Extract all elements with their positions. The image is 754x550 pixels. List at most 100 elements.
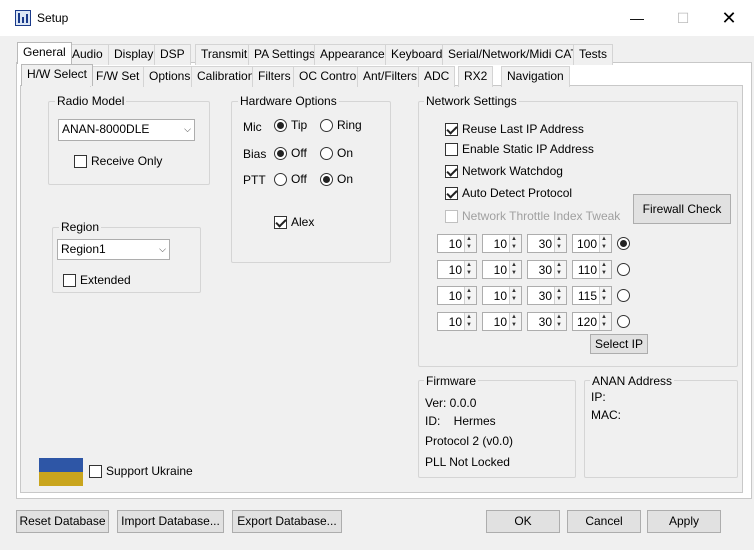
spin-arrows-icon[interactable]: ▲ ▼ (554, 261, 566, 278)
select-ip-button[interactable]: Select IP (590, 334, 648, 354)
tab-calibration[interactable]: Calibration (191, 66, 261, 87)
tab-options[interactable]: Options (143, 66, 197, 87)
tab-audio[interactable]: Audio (66, 44, 109, 65)
bias-on-radio[interactable] (320, 147, 333, 160)
ip-octet-spinner[interactable]: 30 ▲ ▼ (527, 312, 567, 331)
ip-octet-spinner[interactable]: 30 ▲ ▼ (527, 286, 567, 305)
tab-display[interactable]: Display (108, 44, 160, 65)
tab-navigation[interactable]: Navigation (501, 66, 570, 87)
tab-oc-control[interactable]: OC Control (293, 66, 366, 87)
firmware-title: Firmware (424, 374, 478, 388)
ip-octet-spinner[interactable]: 115 ▲ ▼ (572, 286, 612, 305)
spin-arrows-icon[interactable]: ▲ ▼ (509, 287, 521, 304)
tab-keyboard[interactable]: Keyboard (385, 44, 449, 65)
radio-model-group (48, 101, 210, 185)
firmware-version: Ver: 0.0.0 (425, 396, 477, 410)
mic-tip-label: Tip (291, 118, 308, 132)
reset-database-button[interactable]: Reset Database (16, 510, 109, 533)
spin-arrows-icon[interactable]: ▲ ▼ (509, 261, 521, 278)
region-title: Region (59, 220, 102, 234)
chevron-down-icon: ⌵ (184, 124, 191, 134)
radio-model-select[interactable]: ANAN-8000DLE ⌵ (58, 119, 195, 141)
minimize-icon[interactable]: — (614, 0, 660, 36)
tab-transmit[interactable]: Transmit (195, 44, 254, 65)
throttle-checkbox[interactable] (445, 210, 458, 223)
ip-octet-spinner[interactable]: 10 ▲ ▼ (482, 234, 522, 253)
ip-octet-spinner[interactable]: 10 ▲ ▼ (437, 260, 477, 279)
ip-octet-spinner[interactable]: 10 ▲ ▼ (482, 286, 522, 305)
bias-off-radio[interactable] (274, 147, 287, 160)
ip-row-radio[interactable] (617, 237, 630, 250)
ip-octet-spinner[interactable]: 110 ▲ ▼ (572, 260, 612, 279)
spin-arrows-icon[interactable]: ▲ ▼ (599, 261, 611, 278)
ip-octet-spinner[interactable]: 10 ▲ ▼ (437, 286, 477, 305)
firewall-check-button[interactable]: Firewall Check (633, 194, 731, 224)
maximize-icon[interactable]: ☐ (660, 0, 706, 36)
support-ukraine-checkbox[interactable] (89, 465, 102, 478)
spin-arrows-icon[interactable]: ▲ ▼ (464, 313, 476, 330)
tab-fw-set[interactable]: F/W Set (90, 66, 146, 87)
ip-octet-spinner[interactable]: 100 ▲ ▼ (572, 234, 612, 253)
extended-checkbox[interactable] (63, 274, 76, 287)
cancel-button[interactable]: Cancel (567, 510, 641, 533)
region-select[interactable]: Region1 ⌵ (57, 239, 170, 260)
ok-button[interactable]: OK (486, 510, 560, 533)
network-settings-title: Network Settings (424, 94, 519, 108)
ip-octet-spinner[interactable]: 120 ▲ ▼ (572, 312, 612, 331)
spin-arrows-icon[interactable]: ▲ ▼ (554, 313, 566, 330)
tab-appearance[interactable]: Appearance (314, 44, 391, 65)
bias-label: Bias (243, 147, 267, 161)
ip-octet-spinner[interactable]: 30 ▲ ▼ (527, 234, 567, 253)
ip-row-radio[interactable] (617, 315, 630, 328)
spin-arrows-icon[interactable]: ▲ ▼ (509, 235, 521, 252)
support-ukraine-label: Support Ukraine (106, 464, 193, 478)
tab-filters[interactable]: Filters (252, 66, 297, 87)
import-database-button[interactable]: Import Database... (117, 510, 224, 533)
spin-arrows-icon[interactable]: ▲ ▼ (599, 287, 611, 304)
close-icon[interactable]: ✕ (706, 0, 752, 36)
tab-serial-network-midi-cat[interactable]: Serial/Network/Midi CAT (442, 44, 584, 65)
tab-dsp[interactable]: DSP (154, 44, 191, 65)
export-database-button[interactable]: Export Database... (232, 510, 342, 533)
flag-blue-stripe (39, 458, 83, 472)
spin-arrows-icon[interactable]: ▲ ▼ (464, 235, 476, 252)
ptt-off-radio[interactable] (274, 173, 287, 186)
ip-octet-spinner[interactable]: 10 ▲ ▼ (437, 312, 477, 331)
receive-only-label: Receive Only (91, 154, 163, 168)
tab-pa-settings[interactable]: PA Settings (248, 44, 322, 65)
spin-arrows-icon[interactable]: ▲ ▼ (554, 235, 566, 252)
watchdog-checkbox[interactable] (445, 165, 458, 178)
auto-detect-checkbox[interactable] (445, 187, 458, 200)
ptt-on-radio[interactable] (320, 173, 333, 186)
radio-model-value: ANAN-8000DLE (62, 122, 150, 136)
static-ip-checkbox[interactable] (445, 143, 458, 156)
ip-octet-spinner[interactable]: 30 ▲ ▼ (527, 260, 567, 279)
mic-ring-radio[interactable] (320, 119, 333, 132)
ip-octet-spinner[interactable]: 10 ▲ ▼ (437, 234, 477, 253)
ip-row-radio[interactable] (617, 289, 630, 302)
spin-arrows-icon[interactable]: ▲ ▼ (464, 287, 476, 304)
tab-rx2[interactable]: RX2 (458, 66, 494, 87)
tab-hw-select[interactable]: H/W Select (21, 64, 94, 86)
tab-general[interactable]: General (17, 42, 72, 64)
spin-arrows-icon[interactable]: ▲ ▼ (599, 313, 611, 330)
ip-octet-spinner[interactable]: 10 ▲ ▼ (482, 312, 522, 331)
tab-adc[interactable]: ADC (418, 66, 456, 87)
ip-row-radio[interactable] (617, 263, 630, 276)
tab-tests[interactable]: Tests (573, 44, 614, 65)
auto-detect-label: Auto Detect Protocol (462, 186, 573, 200)
receive-only-checkbox[interactable] (74, 155, 87, 168)
mic-tip-radio[interactable] (274, 119, 287, 132)
bias-off-label: Off (291, 146, 307, 160)
spin-arrows-icon[interactable]: ▲ ▼ (599, 235, 611, 252)
tab-ant-filters[interactable]: Ant/Filters (357, 66, 424, 87)
ip-octet-spinner[interactable]: 10 ▲ ▼ (482, 260, 522, 279)
spin-arrows-icon[interactable]: ▲ ▼ (464, 261, 476, 278)
spin-arrows-icon[interactable]: ▲ ▼ (554, 287, 566, 304)
anan-address-group (584, 380, 738, 478)
spin-arrows-icon[interactable]: ▲ ▼ (509, 313, 521, 330)
reuse-ip-checkbox[interactable] (445, 123, 458, 136)
apply-button[interactable]: Apply (647, 510, 721, 533)
alex-checkbox[interactable] (274, 216, 287, 229)
flag-yellow-stripe (39, 472, 83, 486)
